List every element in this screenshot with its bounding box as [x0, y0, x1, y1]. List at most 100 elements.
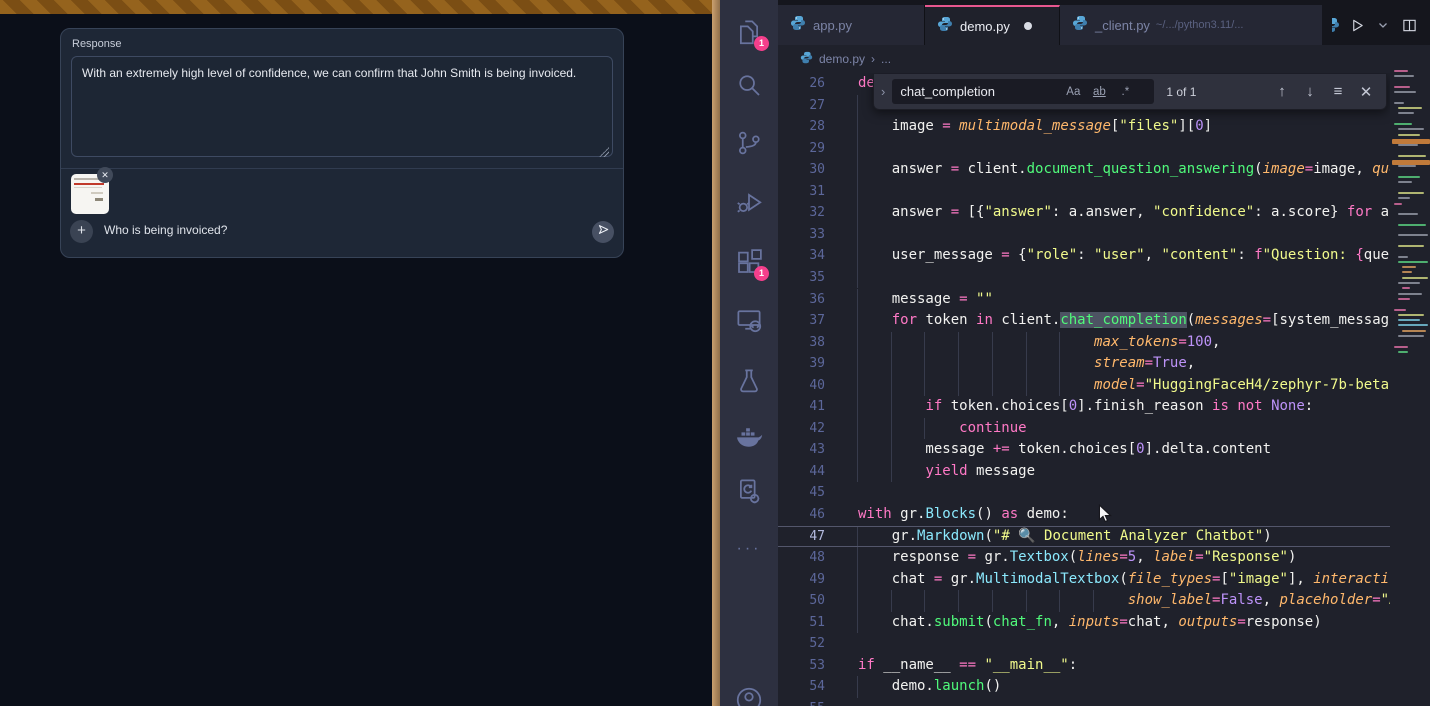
code-line[interactable]: 28 image = multimodal_message["files"][0…: [778, 116, 1390, 138]
tab-client-py[interactable]: _client.py ~/.../python3.11/...: [1060, 5, 1330, 45]
minimap-line: [1398, 224, 1426, 226]
code-line[interactable]: 53if __name__ == "__main__":: [778, 655, 1390, 677]
breadcrumb-separator: ›: [871, 52, 875, 66]
extensions-icon[interactable]: 1: [734, 247, 764, 277]
tab-demo-py[interactable]: demo.py: [925, 5, 1060, 45]
search-icon[interactable]: [734, 70, 764, 100]
testing-beaker-icon[interactable]: [734, 366, 764, 396]
extensions-badge: 1: [754, 266, 769, 281]
tab-path-description: ~/.../python3.11/...: [1156, 19, 1244, 31]
minimap-line: [1394, 309, 1406, 311]
code-line[interactable]: 29: [778, 138, 1390, 160]
code-line[interactable]: 30 answer = client.document_question_ans…: [778, 159, 1390, 181]
code-line[interactable]: 36 message = "": [778, 289, 1390, 311]
find-expand-chevron-icon[interactable]: ›: [874, 84, 892, 99]
run-dropdown-chevron-icon[interactable]: [1372, 14, 1394, 36]
code-line[interactable]: 35: [778, 267, 1390, 289]
code-line[interactable]: 41 if token.choices[0].finish_reason is …: [778, 396, 1390, 418]
minimap-line: [1394, 75, 1414, 77]
code-line[interactable]: 39 stream=True,: [778, 353, 1390, 375]
code-line[interactable]: 45: [778, 482, 1390, 504]
response-label: Response: [72, 38, 122, 50]
line-number: 51: [778, 612, 825, 634]
more-actions-icon[interactable]: ···: [734, 540, 764, 570]
tab-app-py[interactable]: app.py: [778, 5, 925, 45]
minimap-line: [1398, 293, 1422, 295]
breadcrumb-file[interactable]: demo.py: [819, 52, 865, 66]
account-icon[interactable]: [734, 685, 764, 706]
explorer-icon[interactable]: 1: [734, 17, 764, 47]
breadcrumb-ellipsis[interactable]: ...: [881, 52, 891, 66]
source-control-icon[interactable]: [734, 128, 764, 158]
regex-toggle[interactable]: .*: [1112, 86, 1138, 98]
line-number: 30: [778, 159, 825, 181]
line-number: 37: [778, 310, 825, 332]
code-line[interactable]: 52: [778, 633, 1390, 655]
find-in-selection-button[interactable]: ≡: [1326, 81, 1350, 103]
code-line[interactable]: 50 show_label=False, placeholder="Ask a …: [778, 590, 1390, 612]
line-number: 54: [778, 676, 825, 698]
chat-text-input[interactable]: [102, 222, 576, 238]
line-number: 49: [778, 569, 825, 591]
match-case-toggle[interactable]: Aa: [1060, 86, 1086, 98]
find-close-button[interactable]: ✕: [1354, 81, 1378, 103]
minimap-line: [1394, 102, 1404, 104]
code-line[interactable]: 48 response = gr.Textbox(lines=5, label=…: [778, 547, 1390, 569]
minimap-line: [1402, 277, 1428, 279]
remove-image-button[interactable]: ✕: [97, 167, 113, 183]
line-number: 31: [778, 181, 825, 203]
code-line[interactable]: 40 model="HuggingFaceH4/zephyr-7b-beta": [778, 375, 1390, 397]
code-line[interactable]: 49 chat = gr.MultimodalTextbox(file_type…: [778, 569, 1390, 591]
minimap-line: [1398, 181, 1412, 183]
minimap-line: [1394, 203, 1402, 205]
docker-icon[interactable]: [734, 423, 764, 453]
send-button[interactable]: [592, 221, 614, 243]
code-line[interactable]: 47 gr.Markdown("# 🔍 Document Analyzer Ch…: [778, 526, 1390, 548]
panel-divider-sash[interactable]: [712, 0, 720, 706]
code-line[interactable]: 33: [778, 224, 1390, 246]
run-debug-icon[interactable]: [734, 188, 764, 218]
minimap-line: [1398, 176, 1420, 178]
progress-stripe-bar: [0, 0, 712, 14]
run-python-file-button[interactable]: [1346, 14, 1368, 36]
code-area[interactable]: › Aa ab .* 1 of 1 ↑ ↓ ≡ ✕: [778, 73, 1390, 706]
find-input-wrap: Aa ab .*: [892, 79, 1154, 104]
code-line[interactable]: 46with gr.Blocks() as demo:: [778, 504, 1390, 526]
code-line[interactable]: 34 user_message = {"role": "user", "cont…: [778, 245, 1390, 267]
split-editor-button[interactable]: [1398, 14, 1420, 36]
line-number: 46: [778, 504, 825, 526]
whole-word-toggle[interactable]: ab: [1086, 86, 1112, 98]
minimap-line: [1398, 314, 1424, 316]
overflow-tab-python-icon[interactable]: [1332, 17, 1342, 33]
code-line[interactable]: 43 message += token.choices[0].delta.con…: [778, 439, 1390, 461]
minimap-line: [1394, 70, 1408, 72]
minimap-line: [1398, 144, 1418, 146]
add-file-button[interactable]: +: [70, 220, 93, 243]
code-line[interactable]: 31: [778, 181, 1390, 203]
response-textarea[interactable]: With an extremely high level of confiden…: [71, 56, 613, 157]
remote-explorer-icon[interactable]: [734, 305, 764, 335]
minimap-line: [1398, 112, 1414, 114]
resize-handle-icon[interactable]: [599, 147, 609, 157]
minimap-line: [1398, 261, 1428, 263]
minimap[interactable]: [1392, 70, 1430, 400]
modified-dot-icon[interactable]: [1024, 22, 1032, 30]
code-line[interactable]: 54 demo.launch(): [778, 676, 1390, 698]
code-line[interactable]: 32 answer = [{"answer": a.answer, "confi…: [778, 202, 1390, 224]
line-number: 28: [778, 116, 825, 138]
code-line[interactable]: 38 max_tokens=100,: [778, 332, 1390, 354]
find-next-button[interactable]: ↓: [1298, 81, 1322, 103]
code-line[interactable]: 44 yield message: [778, 461, 1390, 483]
dev-file-gear-icon[interactable]: [734, 476, 764, 506]
find-input[interactable]: [892, 83, 1060, 100]
minimap-line: [1398, 192, 1424, 194]
find-previous-button[interactable]: ↑: [1270, 81, 1294, 103]
code-line[interactable]: 55: [778, 698, 1390, 706]
code-line[interactable]: 42 continue: [778, 418, 1390, 440]
chat-input-section: ✕ +: [61, 168, 623, 259]
minimap-line: [1398, 335, 1424, 337]
code-line[interactable]: 51 chat.submit(chat_fn, inputs=chat, out…: [778, 612, 1390, 634]
tab-bar: app.py demo.py _client.py ~/.../python3.…: [778, 0, 1430, 45]
code-line[interactable]: 37 for token in client.chat_completion(m…: [778, 310, 1390, 332]
minimap-line: [1398, 234, 1428, 236]
